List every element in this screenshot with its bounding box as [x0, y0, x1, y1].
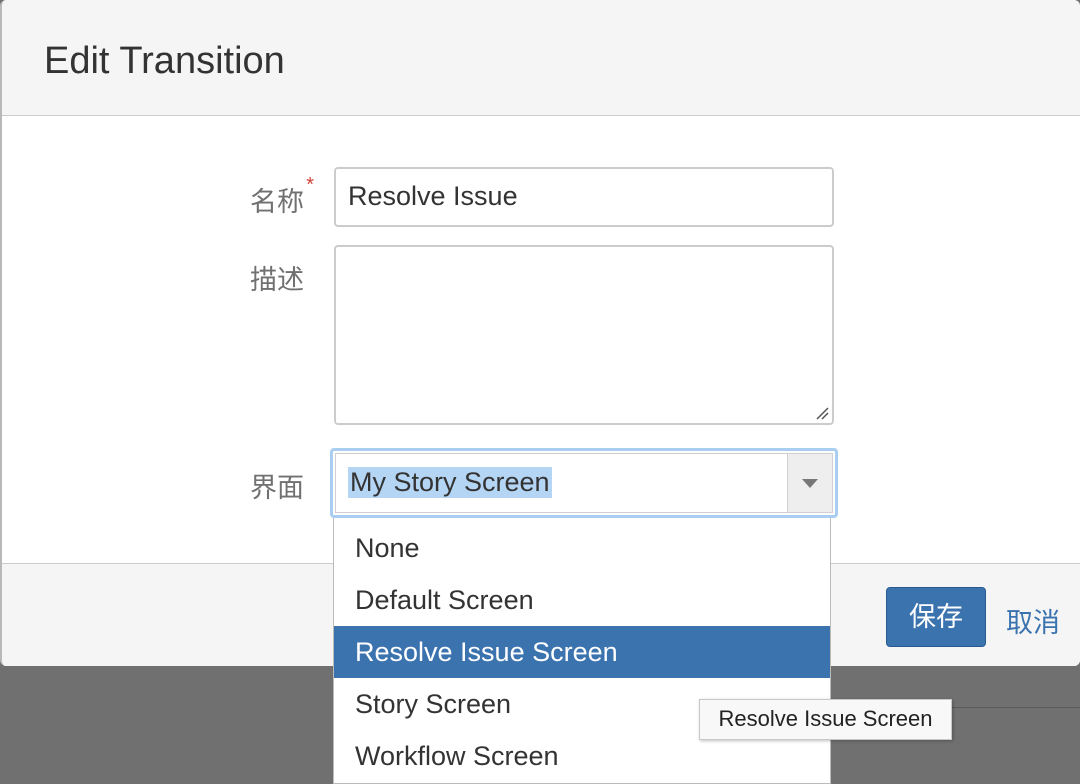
description-textarea[interactable] — [334, 245, 834, 425]
screen-select-value: My Story Screen — [348, 467, 552, 498]
cancel-link[interactable]: 取消 — [1006, 601, 1060, 640]
description-label: 描述 — [250, 265, 304, 295]
dropdown-option-none[interactable]: None — [334, 522, 830, 574]
name-input[interactable]: Resolve Issue — [334, 167, 834, 227]
name-label-text: 名称 — [250, 187, 304, 217]
chevron-down-icon — [802, 479, 818, 488]
dialog-header: Edit Transition — [2, 0, 1080, 116]
dropdown-option-resolve-issue-screen[interactable]: Resolve Issue Screen — [334, 626, 830, 678]
required-marker: * — [306, 174, 314, 196]
resize-grip-icon[interactable] — [815, 406, 829, 420]
screen-select[interactable]: My Story Screen — [330, 448, 838, 518]
screen-dropdown-list[interactable]: None Default Screen Resolve Issue Screen… — [333, 518, 831, 784]
save-button[interactable]: 保存 — [886, 587, 986, 647]
background-divider — [952, 707, 1080, 708]
screen-select-box[interactable]: My Story Screen — [335, 453, 833, 513]
dropdown-option-default-screen[interactable]: Default Screen — [334, 574, 830, 626]
screen-label: 界面 — [250, 473, 304, 503]
dialog-title: Edit Transition — [44, 40, 285, 82]
name-label: 名称 * — [104, 174, 314, 219]
option-tooltip: Resolve Issue Screen — [699, 699, 952, 740]
select-arrow-button[interactable] — [787, 454, 832, 512]
